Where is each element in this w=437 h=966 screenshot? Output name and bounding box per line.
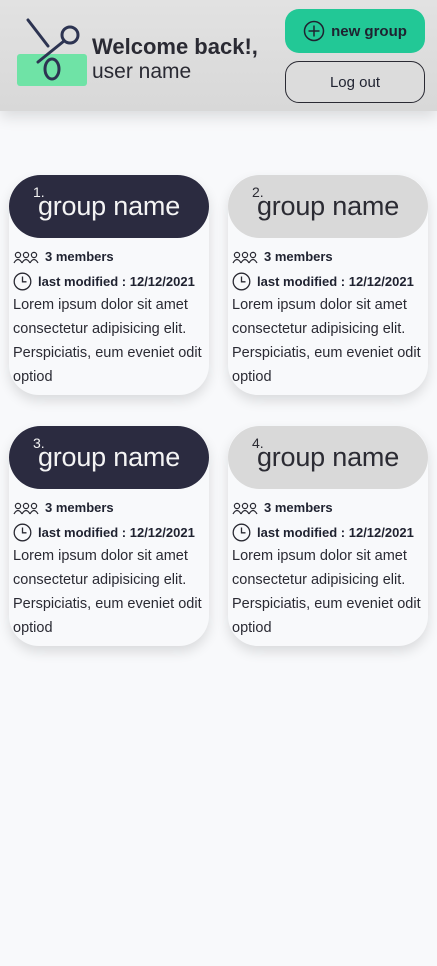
clock-icon bbox=[232, 272, 251, 291]
group-card-header: 4. group name bbox=[228, 426, 428, 489]
last-modified-text: last modified : 12/12/2021 bbox=[257, 274, 414, 289]
last-modified-text: last modified : 12/12/2021 bbox=[38, 525, 195, 540]
people-icon bbox=[232, 502, 258, 514]
group-card-header: 1. group name bbox=[9, 175, 209, 238]
plus-circle-icon bbox=[303, 20, 325, 42]
group-card-header: 3. group name bbox=[9, 426, 209, 489]
group-last-modified: last modified : 12/12/2021 bbox=[13, 272, 195, 291]
new-group-button[interactable]: new group bbox=[285, 9, 425, 53]
group-name: group name bbox=[256, 191, 400, 221]
last-modified-text: last modified : 12/12/2021 bbox=[257, 525, 414, 540]
group-name: group name bbox=[37, 191, 181, 221]
group-description: Lorem ipsum dolor sit amet consectetur a… bbox=[232, 548, 421, 636]
group-last-modified: last modified : 12/12/2021 bbox=[232, 272, 414, 291]
welcome-message: Welcome back!, user name bbox=[92, 34, 258, 83]
group-card[interactable]: 1. group name 3 members last modified : … bbox=[9, 175, 209, 395]
app-header: Welcome back!, user name new group Log o… bbox=[0, 0, 437, 111]
group-members: 3 members bbox=[13, 500, 114, 515]
members-count: 3 members bbox=[264, 249, 333, 264]
group-members: 3 members bbox=[13, 249, 114, 264]
group-last-modified: last modified : 12/12/2021 bbox=[232, 523, 414, 542]
scissors-logo-icon bbox=[17, 18, 87, 86]
group-members: 3 members bbox=[232, 500, 333, 515]
members-count: 3 members bbox=[45, 500, 114, 515]
last-modified-text: last modified : 12/12/2021 bbox=[38, 274, 195, 289]
welcome-text: Welcome back!, bbox=[92, 34, 258, 59]
group-name: group name bbox=[256, 442, 400, 472]
group-number: 1. bbox=[33, 184, 45, 200]
group-description: Lorem ipsum dolor sit amet consectetur a… bbox=[13, 548, 202, 636]
group-card-header: 2. group name bbox=[228, 175, 428, 238]
group-number: 2. bbox=[252, 184, 264, 200]
group-card[interactable]: 4. group name 3 members last modified : … bbox=[228, 426, 428, 646]
group-members: 3 members bbox=[232, 249, 333, 264]
people-icon bbox=[13, 502, 39, 514]
clock-icon bbox=[232, 523, 251, 542]
group-number: 3. bbox=[33, 435, 45, 451]
group-description: Lorem ipsum dolor sit amet consectetur a… bbox=[13, 297, 202, 385]
group-card[interactable]: 3. group name 3 members last modified : … bbox=[9, 426, 209, 646]
logout-button[interactable]: Log out bbox=[285, 61, 425, 103]
clock-icon bbox=[13, 272, 32, 291]
clock-icon bbox=[13, 523, 32, 542]
group-card[interactable]: 2. group name 3 members last modified : … bbox=[228, 175, 428, 395]
members-count: 3 members bbox=[264, 500, 333, 515]
people-icon bbox=[232, 251, 258, 263]
group-last-modified: last modified : 12/12/2021 bbox=[13, 523, 195, 542]
members-count: 3 members bbox=[45, 249, 114, 264]
people-icon bbox=[13, 251, 39, 263]
group-number: 4. bbox=[252, 435, 264, 451]
group-name: group name bbox=[37, 442, 181, 472]
new-group-label: new group bbox=[331, 22, 407, 40]
group-description: Lorem ipsum dolor sit amet consectetur a… bbox=[232, 297, 421, 385]
user-name: user name bbox=[92, 60, 192, 83]
